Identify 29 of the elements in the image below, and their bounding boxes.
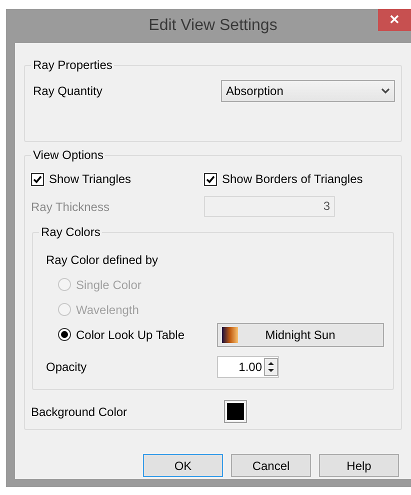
spin-arrows-icon <box>264 358 278 376</box>
radio-button[interactable] <box>58 328 71 341</box>
radio-label: Wavelength <box>76 302 139 318</box>
dialog-button[interactable]: Cancel <box>231 454 311 477</box>
color-table-button[interactable]: Midnight Sun <box>216 322 384 346</box>
window-title: Edit View Settings <box>148 16 278 36</box>
field-label: Opacity <box>46 359 88 376</box>
radio-label: Color Look Up Table <box>76 326 185 344</box>
checkbox-label: Show Triangles <box>49 171 132 188</box>
field-label: Background Color <box>31 404 128 420</box>
gradient-swatch-icon <box>222 326 238 342</box>
checkbox-label: Show Borders of Triangles <box>222 171 363 188</box>
section-label: Ray Color defined by <box>46 252 160 269</box>
checkbox[interactable] <box>204 172 217 186</box>
dialog-button[interactable]: OK <box>143 454 223 477</box>
radio-label: Single Color <box>76 276 142 294</box>
checkbox[interactable] <box>31 172 44 186</box>
spin-box[interactable]: 1.00 <box>217 356 279 378</box>
close-button[interactable]: ✕ <box>378 9 411 31</box>
dropdown[interactable]: Absorption <box>221 80 395 102</box>
dialog-button[interactable]: Help <box>319 454 399 477</box>
group-legend: Ray Colors <box>39 224 102 240</box>
checkmark-icon <box>206 174 215 184</box>
field-label: Ray Quantity <box>33 83 102 100</box>
chevron-down-icon <box>381 88 390 94</box>
group-legend: Ray Properties <box>31 57 114 73</box>
checkmark-icon <box>33 174 42 184</box>
field-label: Ray Thickness <box>31 198 110 216</box>
group-legend: View Options <box>31 147 106 163</box>
